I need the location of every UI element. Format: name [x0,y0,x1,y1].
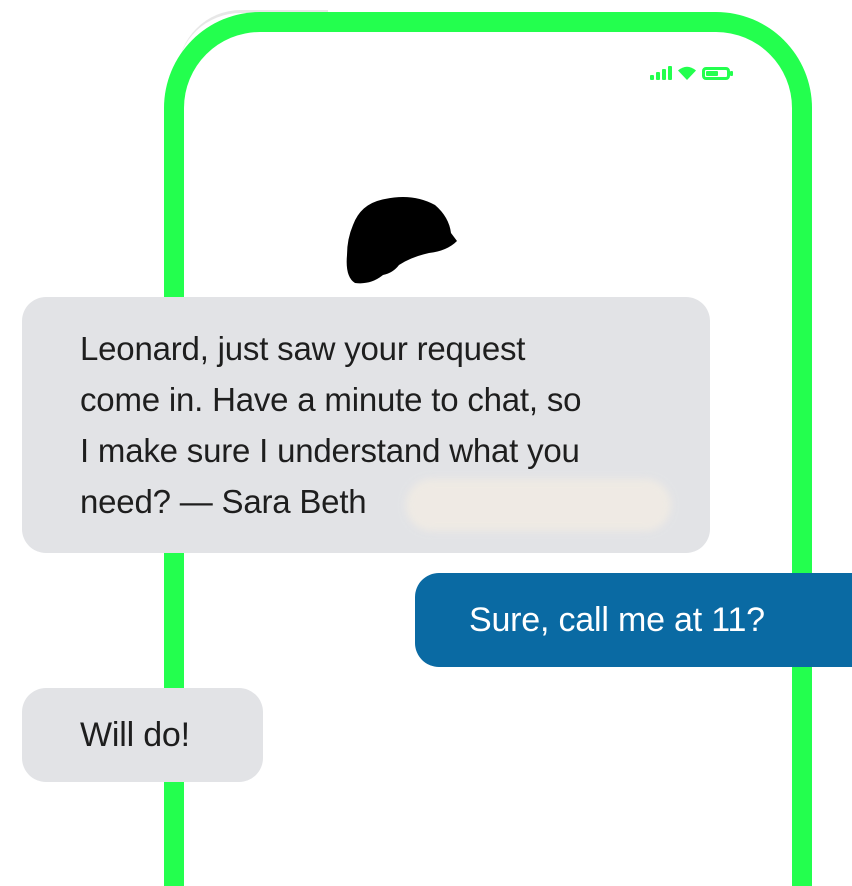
message-bubble-outgoing: Sure, call me at 11? [415,573,852,667]
redacted-signature [406,479,671,531]
message-text: Sure, call me at 11? [469,600,765,639]
battery-icon [702,66,733,80]
battery-level-fill [706,70,718,76]
wifi-icon [678,66,696,80]
chat-illustration: Leonard, just saw your request come in. … [0,0,852,886]
message-text: Will do! [80,715,190,754]
signal-icon [650,66,672,80]
message-bubble-incoming: Leonard, just saw your request come in. … [22,297,710,553]
redacted-avatar [346,197,457,284]
message-bubble-incoming: Will do! [22,688,263,782]
status-bar [650,63,750,83]
